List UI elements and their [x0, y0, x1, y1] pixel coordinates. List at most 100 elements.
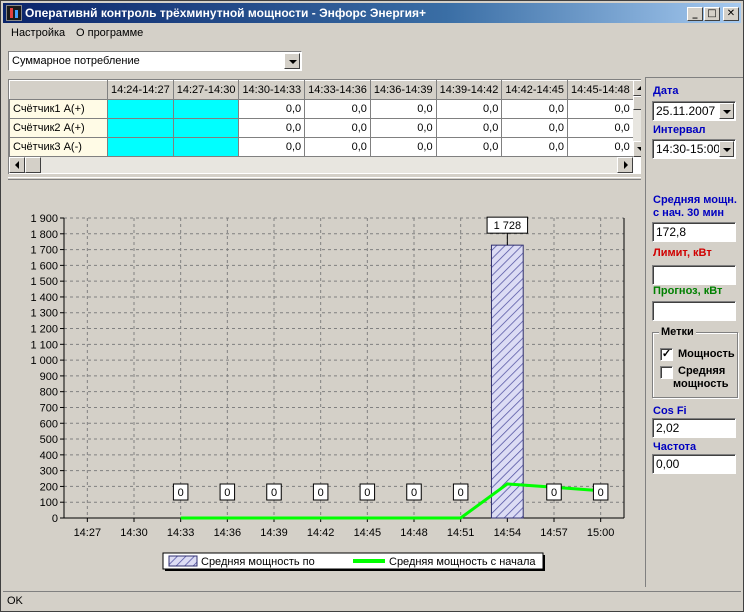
- grid-cell[interactable]: 0,0: [369, 118, 437, 138]
- menu-settings[interactable]: Настройка: [11, 27, 65, 39]
- grid-cell[interactable]: 0,0: [501, 99, 569, 119]
- date-value: 25.11.2007: [656, 104, 716, 118]
- grid-cell[interactable]: 0,0: [238, 137, 306, 157]
- bar-label: 0: [224, 487, 230, 499]
- column-header[interactable]: 14:42-14:45: [501, 80, 569, 100]
- grid-cell[interactable]: 0,0: [567, 99, 634, 119]
- mode-select[interactable]: Суммарное потребление: [8, 51, 302, 71]
- x-tick-label: 14:45: [354, 527, 382, 539]
- bar-label: 1 728: [494, 220, 522, 232]
- column-header[interactable]: 14:39-14:42: [435, 80, 503, 100]
- grid-table: 14:24-14:27 14:27-14:30 14:30-14:33 14:3…: [9, 80, 634, 157]
- marks-group-title: Метки: [659, 326, 696, 338]
- scroll-left-icon[interactable]: [9, 157, 25, 173]
- grid-cell[interactable]: 0,0: [304, 99, 371, 119]
- bar-label: 0: [411, 487, 417, 499]
- window-title: Оперативнй контроль трёхминутной мощност…: [25, 6, 427, 20]
- y-axis: 0 100 200 300 400 500 600 700 800 900 1 000 1 100 1 …: [30, 213, 65, 525]
- y-tick-label: 400: [40, 450, 58, 462]
- grid-cell[interactable]: 0,0: [238, 118, 306, 138]
- x-tick-label: 14:42: [307, 527, 335, 539]
- grid-cell[interactable]: 0,0: [238, 99, 306, 119]
- grid-cell[interactable]: [107, 137, 174, 157]
- limit-field[interactable]: [652, 265, 736, 285]
- grid-vertical-scrollbar[interactable]: [633, 80, 641, 157]
- scroll-right-icon[interactable]: [617, 157, 633, 173]
- y-tick-label: 1 500: [30, 276, 58, 288]
- x-tick-label: 14:51: [447, 527, 475, 539]
- marks-group: Метки ✓ Мощность Средняя мощность: [652, 326, 738, 398]
- grid-cell[interactable]: 0,0: [369, 99, 437, 119]
- table-row[interactable]: Счётчик3 А(-) 0,0 0,0 0,0 0,0 0,0 0,0: [9, 137, 634, 157]
- cosfi-field[interactable]: 2,02: [652, 418, 736, 438]
- bar-label: 0: [364, 487, 370, 499]
- bar-label: 0: [458, 487, 464, 499]
- scroll-up-icon[interactable]: [633, 80, 641, 96]
- chevron-down-icon[interactable]: [719, 141, 734, 157]
- mark-power-checkbox[interactable]: ✓: [660, 348, 673, 361]
- mark-avg-label[interactable]: Средняя: [678, 365, 725, 377]
- avg-power-field[interactable]: 172,8: [652, 222, 736, 242]
- grid-horizontal-scrollbar[interactable]: [9, 157, 633, 173]
- column-header[interactable]: 14:24-14:27: [107, 80, 174, 100]
- grid-cell[interactable]: [172, 137, 240, 157]
- interval-select[interactable]: 14:30-15:00: [652, 139, 736, 159]
- column-header[interactable]: 14:30-14:33: [238, 80, 306, 100]
- grid-cell[interactable]: [107, 118, 174, 138]
- mark-power-label[interactable]: Мощность: [678, 348, 735, 360]
- mark-avg-label-2[interactable]: мощность: [673, 378, 728, 390]
- y-tick-label: 1 000: [30, 355, 58, 367]
- x-tick-label: 14:27: [74, 527, 102, 539]
- date-select[interactable]: 25.11.2007: [652, 101, 736, 121]
- grid-cell[interactable]: 0,0: [369, 137, 437, 157]
- column-header[interactable]: 14:45-14:48: [567, 80, 634, 100]
- date-label: Дата: [653, 85, 679, 97]
- minimize-button[interactable]: _: [687, 7, 703, 21]
- bar-label: 0: [271, 487, 277, 499]
- bar-label: 0: [178, 487, 184, 499]
- x-tick-label: 14:30: [120, 527, 148, 539]
- table-row[interactable]: Счётчик1 А(+) 0,0 0,0 0,0 0,0 0,0 0,0: [9, 99, 634, 119]
- x-tick-label: 14:57: [540, 527, 568, 539]
- table-row[interactable]: Счётчик2 А(+) 0,0 0,0 0,0 0,0 0,0 0,0: [9, 118, 634, 138]
- grid-cell[interactable]: 0,0: [435, 99, 503, 119]
- grid-cell[interactable]: 0,0: [567, 137, 634, 157]
- legend-bar-label: Средняя мощность по: [201, 556, 315, 568]
- y-tick-label: 300: [40, 466, 58, 478]
- vertical-scroll-thumb[interactable]: [633, 96, 641, 110]
- bar: [490, 244, 524, 519]
- grid-cell[interactable]: [107, 99, 174, 119]
- scroll-down-icon[interactable]: [633, 141, 641, 157]
- app-window: Оперативнй контроль трёхминутной мощност…: [0, 0, 744, 612]
- horizontal-scroll-thumb[interactable]: [25, 157, 41, 173]
- column-header[interactable]: 14:36-14:39: [369, 80, 437, 100]
- panel-splitter[interactable]: [8, 177, 641, 180]
- grid-cell[interactable]: [172, 118, 240, 138]
- grid-cell[interactable]: 0,0: [304, 118, 371, 138]
- close-button[interactable]: ✕: [723, 7, 739, 21]
- grid-cell[interactable]: 0,0: [501, 137, 569, 157]
- grid-cell[interactable]: 0,0: [435, 137, 503, 157]
- grid-cell[interactable]: [172, 99, 240, 119]
- row-label: Счётчик3 А(-): [9, 137, 108, 157]
- chevron-down-icon[interactable]: [719, 103, 734, 119]
- frequency-field[interactable]: 0,00: [652, 454, 736, 474]
- column-header[interactable]: 14:27-14:30: [172, 80, 240, 100]
- maximize-button[interactable]: □: [704, 7, 720, 21]
- y-tick-label: 1 300: [30, 308, 58, 320]
- column-header[interactable]: 14:33-14:36: [304, 80, 371, 100]
- y-tick-label: 0: [52, 513, 58, 525]
- menu-about[interactable]: О программе: [76, 27, 143, 39]
- y-tick-label: 1 900: [30, 213, 58, 225]
- data-grid[interactable]: 14:24-14:27 14:27-14:30 14:30-14:33 14:3…: [8, 79, 641, 174]
- forecast-field[interactable]: [652, 301, 736, 321]
- y-tick-label: 1 100: [30, 339, 58, 351]
- mark-avg-checkbox[interactable]: [660, 366, 673, 379]
- app-icon[interactable]: [6, 5, 22, 21]
- x-tick-label: 14:33: [167, 527, 195, 539]
- grid-cell[interactable]: 0,0: [435, 118, 503, 138]
- grid-cell[interactable]: 0,0: [567, 118, 634, 138]
- chevron-down-icon[interactable]: [284, 53, 300, 69]
- grid-cell[interactable]: 0,0: [304, 137, 371, 157]
- grid-cell[interactable]: 0,0: [501, 118, 569, 138]
